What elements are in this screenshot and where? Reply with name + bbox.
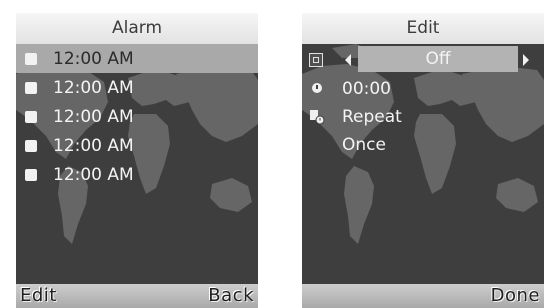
alarm-time-label: 12:00 AM <box>53 77 134 98</box>
alarm-list-item-3[interactable]: 12:00 AM <box>16 102 258 131</box>
softkey-bar: Edit Back <box>16 284 258 308</box>
arrow-left-icon[interactable] <box>345 54 351 66</box>
alarm-time-label: 12:00 AM <box>53 135 134 156</box>
alarm-list-item-1[interactable]: 12:00 AM <box>16 44 258 73</box>
clock-icon <box>312 83 322 93</box>
checkbox-icon[interactable] <box>25 110 37 123</box>
time-value: 00:00 <box>342 79 391 99</box>
repeat-label-row: Repeat <box>302 103 544 131</box>
toggle-box-icon <box>309 53 323 67</box>
alarm-list-item-4[interactable]: 12:00 AM <box>16 131 258 160</box>
edit-screen: Edit Off 00:00 Repeat Once Done <box>302 13 544 308</box>
arrow-right-icon[interactable] <box>523 54 529 66</box>
checkbox-icon[interactable] <box>25 168 37 181</box>
checkbox-icon[interactable] <box>25 81 37 94</box>
checkbox-icon[interactable] <box>25 52 37 65</box>
repeat-field[interactable]: Once <box>302 131 544 159</box>
alarm-time-label: 12:00 AM <box>53 48 134 69</box>
repeat-label: Repeat <box>342 107 402 127</box>
alarm-screen: Alarm 12:00 AM 12:00 AM 12:00 AM 12:00 A… <box>16 13 258 308</box>
repeat-icon <box>310 110 325 125</box>
back-softkey[interactable]: Back <box>208 285 254 306</box>
alarm-list-item-5[interactable]: 12:00 AM <box>16 160 258 189</box>
alarm-title: Alarm <box>16 13 258 44</box>
edit-softkey[interactable]: Edit <box>20 285 57 306</box>
alarm-list-area: 12:00 AM 12:00 AM 12:00 AM 12:00 AM 12:0… <box>16 44 258 284</box>
checkbox-icon[interactable] <box>25 139 37 152</box>
edit-form-area: Off 00:00 Repeat Once <box>302 44 544 284</box>
alarm-list: 12:00 AM 12:00 AM 12:00 AM 12:00 AM 12:0… <box>16 44 258 189</box>
softkey-bar: Done <box>302 284 544 308</box>
alarm-list-item-2[interactable]: 12:00 AM <box>16 73 258 102</box>
alarm-time-label: 12:00 AM <box>53 106 134 127</box>
alarm-time-label: 12:00 AM <box>53 164 134 185</box>
alarm-state-value[interactable]: Off <box>358 46 518 72</box>
done-softkey[interactable]: Done <box>491 285 540 306</box>
repeat-value: Once <box>342 135 386 155</box>
edit-title: Edit <box>302 13 544 44</box>
alarm-state-selector[interactable]: Off <box>302 46 544 72</box>
time-field[interactable]: 00:00 <box>302 75 544 103</box>
